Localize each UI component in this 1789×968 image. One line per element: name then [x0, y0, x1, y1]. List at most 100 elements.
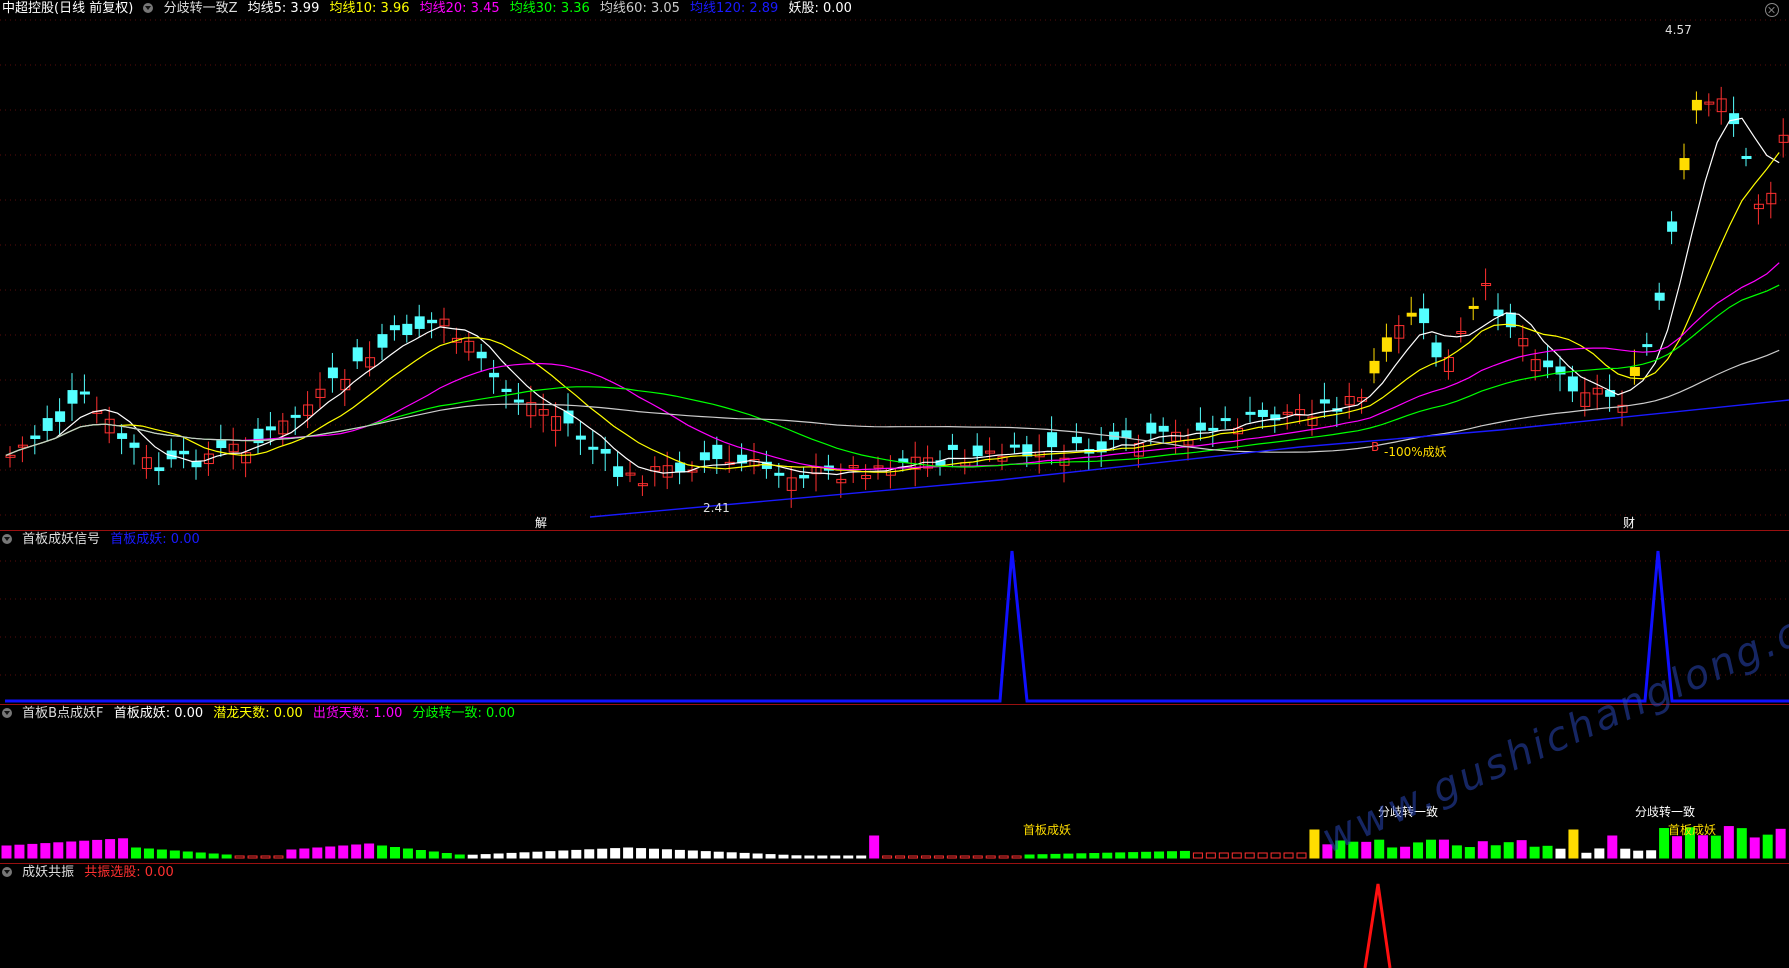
histogram-bar	[1400, 846, 1411, 859]
histogram-bar	[480, 854, 491, 859]
signal-title[interactable]: 首板成妖信号	[22, 532, 100, 547]
indicator-menu-icon[interactable]	[143, 3, 154, 13]
histogram-bar	[1555, 848, 1566, 859]
histogram-bar	[1076, 853, 1087, 859]
histogram-bar	[998, 855, 1009, 859]
histogram-bar	[752, 853, 763, 859]
yaogu-value: 妖股: 0.00	[788, 1, 852, 16]
candle-body	[1543, 360, 1554, 368]
ma120-value: 均线120: 2.89	[690, 1, 779, 16]
mark-jie: 解	[535, 516, 548, 530]
fenqi-value: 分歧转一致: 0.00	[412, 706, 515, 721]
signal-header: 首板成妖信号 首板成妖: 0.00	[2, 532, 206, 548]
indicator-name[interactable]: 分歧转一致Z	[164, 1, 238, 16]
histogram-bar	[1309, 829, 1320, 859]
candle-body	[600, 448, 611, 454]
histogram-bar	[778, 854, 789, 859]
ma5-line	[5, 117, 1780, 476]
high-price-label: 4.57	[1665, 23, 1692, 37]
histogram-bar	[169, 850, 180, 859]
ma120-line	[589, 399, 1789, 518]
histogram-bar	[92, 839, 103, 859]
kline-canvas[interactable]	[0, 0, 1789, 530]
main-header: 中超控股(日线 前复权) 分歧转一致Z 均线5: 3.99 均线10: 3.96…	[2, 1, 858, 17]
resonance-header: 成妖共振 共振选股: 0.00	[2, 865, 180, 881]
candle-body	[55, 411, 66, 422]
histogram-bar	[571, 849, 582, 859]
histogram-bar	[1477, 841, 1488, 859]
histogram-bar	[351, 844, 362, 859]
histogram-bar	[312, 847, 323, 859]
stock-chart-window: 中超控股(日线 前复权) 分歧转一致Z 均线5: 3.99 均线10: 3.96…	[0, 0, 1789, 968]
candle-body	[327, 367, 338, 379]
candle-body	[352, 347, 363, 362]
signal-line	[5, 550, 1789, 703]
histogram-bar	[610, 848, 621, 859]
histogram-bar	[1762, 834, 1773, 859]
indicator-menu-icon[interactable]	[2, 867, 12, 877]
ma20-value: 均线20: 3.45	[419, 1, 500, 16]
candle-body	[712, 444, 723, 460]
indicator-menu-icon[interactable]	[2, 708, 12, 718]
chengyao-label: -100%成妖	[1384, 445, 1447, 459]
histogram-bar	[1723, 826, 1734, 859]
candle-body	[1741, 155, 1752, 159]
histogram-bar	[726, 852, 737, 859]
histogram-bar	[687, 850, 698, 859]
histogram-bar	[817, 855, 828, 859]
resonance-pane[interactable]: 成妖共振 共振选股: 0.00	[0, 864, 1789, 968]
histogram-bar	[713, 851, 724, 859]
histogram-bar	[843, 855, 854, 859]
histogram-bar	[299, 848, 310, 859]
candle-body	[947, 444, 958, 450]
histogram-bar	[636, 848, 647, 859]
indicator-menu-icon[interactable]	[2, 534, 12, 544]
candle-body	[1605, 390, 1616, 397]
histogram-bar	[1451, 845, 1462, 859]
candle-body	[402, 323, 413, 336]
histogram-bar	[1749, 837, 1760, 859]
histogram-bar	[377, 845, 388, 859]
histogram-bar	[1438, 839, 1449, 859]
candle-body	[1679, 158, 1690, 171]
histogram-bar	[1542, 845, 1553, 859]
histogram-bar	[506, 852, 517, 859]
close-icon[interactable]	[1765, 3, 1779, 17]
histogram-bar	[1192, 852, 1203, 859]
candle-body	[1567, 376, 1578, 392]
histogram-bar	[1050, 853, 1061, 859]
histogram-bar	[649, 848, 659, 859]
histogram-bar	[1464, 847, 1475, 859]
histogram-bar	[364, 843, 375, 859]
signal-pane[interactable]: 首板成妖信号 首板成妖: 0.00	[0, 531, 1789, 704]
histogram-bar	[584, 849, 595, 859]
candle-body	[191, 461, 202, 468]
histogram-bar	[882, 855, 893, 859]
histogram-bar	[208, 853, 219, 859]
candle-body	[613, 466, 624, 477]
candle-body	[117, 433, 128, 439]
candle-body	[265, 426, 276, 431]
candle-body	[774, 472, 785, 476]
resonance-title[interactable]: 成妖共振	[22, 865, 74, 880]
histogram-bar	[1296, 852, 1307, 859]
histogram-bar	[1697, 835, 1708, 859]
histogram-bar	[27, 843, 38, 859]
main-kline-pane[interactable]: 中超控股(日线 前复权) 分歧转一致Z 均线5: 3.99 均线10: 3.96…	[0, 0, 1789, 530]
candle-body	[1642, 344, 1653, 348]
histogram-bar	[428, 851, 439, 859]
chuhuo-value: 出货天数: 1.00	[312, 706, 403, 721]
candle-body	[1208, 427, 1219, 431]
candle-body	[1629, 367, 1640, 377]
histogram-bar	[908, 855, 918, 859]
candle-body	[1381, 337, 1392, 352]
histogram-bar	[959, 855, 970, 859]
candle-body	[1121, 430, 1132, 439]
histogram-bar	[143, 848, 154, 859]
candle-body	[1419, 308, 1430, 324]
histogram-bar	[467, 854, 478, 859]
histogram-bar	[674, 849, 685, 859]
candle-body	[575, 435, 586, 440]
bpoint-title[interactable]: 首板B点成妖F	[22, 706, 103, 721]
tag-shouban-1: 首板成妖	[1023, 823, 1072, 837]
